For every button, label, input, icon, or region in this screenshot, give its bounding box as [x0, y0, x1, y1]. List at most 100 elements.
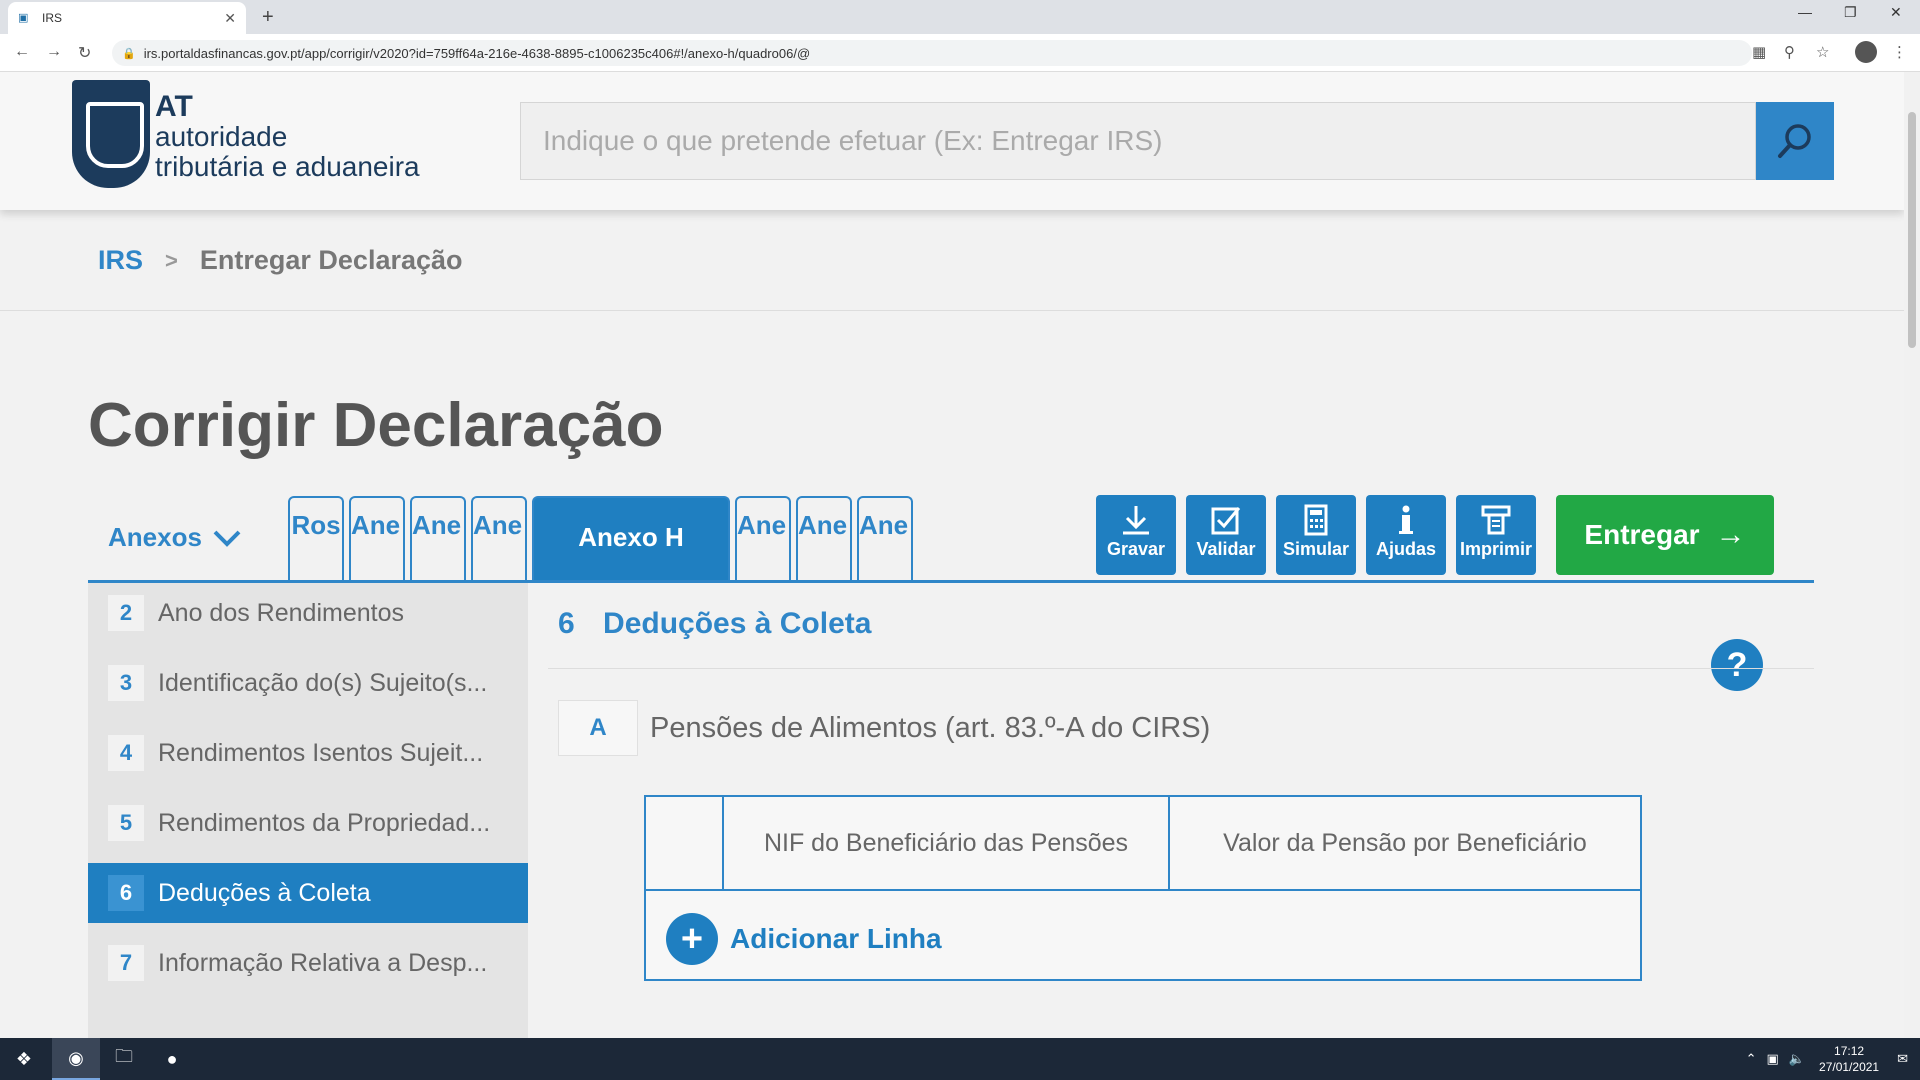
simular-button[interactable]: Simular [1276, 495, 1356, 575]
calculator-icon [1304, 504, 1328, 536]
close-window-icon[interactable]: ✕ [1890, 4, 1902, 21]
site-header: AT autoridade tributária e aduaneira [0, 72, 1904, 210]
page-title: Corrigir Declaração [88, 391, 664, 460]
translate-icon[interactable]: ▦ [1752, 43, 1766, 61]
sidebar-item-quadro-7[interactable]: 7 Informação Relativa a Desp... [88, 933, 528, 993]
tab-anexo-ss-2[interactable]: Ane SS [857, 496, 913, 582]
close-tab-icon[interactable]: ✕ [224, 10, 236, 27]
page-content: AT autoridade tributária e aduaneira IRS… [0, 72, 1904, 1038]
url-text: irs.portaldasfinancas.gov.pt/app/corrigi… [143, 45, 811, 61]
arrow-right-icon: → [1715, 518, 1746, 551]
section-divider [548, 668, 1814, 669]
sidebar-item-quadro-3[interactable]: 3 Identificação do(s) Sujeito(s... [88, 653, 528, 713]
address-bar[interactable]: 🔒 irs.portaldasfinancas.gov.pt/app/corri… [112, 40, 1752, 66]
site-favicon-icon: ▣ [18, 12, 29, 24]
lock-icon: 🔒 [122, 47, 136, 60]
ajudas-button[interactable]: Ajudas [1366, 495, 1446, 575]
sidebar-item-number: 3 [108, 665, 144, 701]
page-scrollbar[interactable] [1904, 72, 1920, 1038]
breadcrumb-irs-link[interactable]: IRS [98, 245, 143, 276]
minimize-window-icon[interactable]: — [1798, 4, 1812, 20]
browser-toolbar: ← → ↻ 🔒 irs.portaldasfinancas.gov.pt/app… [0, 34, 1920, 72]
download-icon [1123, 506, 1149, 535]
header-divider [0, 310, 1904, 311]
section-number: 6 [558, 607, 575, 640]
restore-window-icon[interactable]: ❐ [1844, 4, 1857, 21]
scrollbar-thumb[interactable] [1908, 112, 1916, 348]
add-row-label: Adicionar Linha [730, 923, 942, 954]
sidebar-item-quadro-6[interactable]: 6 Deduções à Coleta [88, 863, 528, 923]
subsection-letter: A [558, 700, 638, 756]
entregar-button[interactable]: Entregar → [1556, 495, 1774, 575]
sidebar-item-number: 5 [108, 805, 144, 841]
table-header-cell: Valor da Pensão por Beneficiário [1223, 828, 1587, 857]
add-row-button[interactable]: + Adicionar Linha [666, 913, 942, 965]
tab-anexo-h[interactable]: Anexo H [532, 496, 730, 582]
tab-anexo-a[interactable]: Ane A [349, 496, 405, 582]
taskbar-clock[interactable]: 17:12 27/01/2021 [1819, 1043, 1879, 1075]
new-tab-icon[interactable]: + [262, 6, 274, 29]
validar-button[interactable]: Validar [1186, 495, 1266, 575]
at-logo-shield-icon[interactable] [72, 80, 150, 188]
validar-label: Validar [1196, 539, 1256, 559]
tab-anexo-j[interactable]: Ane J [735, 496, 791, 582]
system-tray: ⌃ ▣ 🔈 17:12 27/01/2021 ✉ [1746, 1038, 1908, 1080]
sidebar-item-label: Ano dos Rendimentos [158, 598, 404, 627]
bookmark-star-icon[interactable]: ☆ [1816, 43, 1829, 61]
logo-line-1: AT [155, 90, 193, 123]
ajudas-label: Ajudas [1375, 539, 1436, 559]
zoom-icon[interactable]: ⚲ [1784, 43, 1795, 61]
notifications-icon[interactable]: ✉ [1897, 1051, 1908, 1067]
back-icon[interactable]: ← [14, 43, 30, 61]
anexos-label: Anexos [108, 522, 202, 552]
table-header-cell: NIF do Beneficiário das Pensões [724, 797, 1170, 889]
sidebar-item-number: 7 [108, 945, 144, 981]
tray-chevron-up-icon[interactable]: ⌃ [1746, 1051, 1757, 1067]
file-explorer-icon[interactable]: 🗀 [100, 1038, 148, 1080]
gravar-label: Gravar [1106, 539, 1166, 559]
sidebar-item-quadro-2[interactable]: 2 Ano dos Rendimentos [88, 583, 528, 643]
simular-label: Simular [1282, 539, 1350, 559]
imprimir-button[interactable]: Imprimir [1456, 495, 1536, 575]
search-button[interactable] [1756, 102, 1834, 180]
menu-dots-icon[interactable]: ⋮ [1892, 43, 1907, 61]
sidebar-item-label: Deduções à Coleta [158, 878, 371, 907]
subsection-title: Pensões de Alimentos (art. 83.º-A do CIR… [650, 712, 1211, 744]
forward-icon[interactable]: → [46, 43, 62, 61]
sidebar-item-quadro-4[interactable]: 4 Rendimentos Isentos Sujeit... [88, 723, 528, 783]
profile-avatar-icon[interactable] [1855, 41, 1877, 63]
search-input[interactable] [521, 103, 1755, 179]
pensoes-table: NIF do Beneficiário das Pensões Valor da… [644, 795, 1642, 981]
logo-line-2: autoridade [155, 121, 288, 152]
breadcrumb: IRS > Entregar Declaração [98, 245, 463, 276]
gravar-button[interactable]: Gravar [1096, 495, 1176, 575]
tab-anexo-ss-1[interactable]: Ane SS [796, 496, 852, 582]
browser-tab[interactable]: ▣ IRS ✕ [8, 2, 246, 34]
volume-icon[interactable]: 🔈 [1789, 1051, 1805, 1067]
section-title-text: Deduções à Coleta [603, 607, 872, 640]
tab-anexo-b-2[interactable]: Ane B [471, 496, 527, 582]
sidebar-item-number: 4 [108, 735, 144, 771]
chevron-down-icon [213, 530, 241, 547]
network-icon[interactable]: ▣ [1767, 1051, 1779, 1067]
sidebar-item-label: Rendimentos da Propriedad... [158, 808, 491, 837]
printer-icon [1481, 505, 1511, 535]
site-logo[interactable]: AT autoridade tributária e aduaneira [155, 92, 420, 182]
help-button[interactable]: ? [1711, 639, 1763, 691]
tab-rosto[interactable]: Ros [288, 496, 344, 582]
logo-line-3: tributária e aduaneira [155, 151, 420, 182]
sidebar-item-label: Rendimentos Isentos Sujeit... [158, 738, 484, 767]
sidebar-item-quadro-5[interactable]: 5 Rendimentos da Propriedad... [88, 793, 528, 853]
search-box [520, 102, 1756, 180]
table-header-cell [646, 797, 724, 889]
sidebar-item-label: Identificação do(s) Sujeito(s... [158, 668, 488, 697]
chrome-taskbar-icon[interactable]: ◉ [52, 1038, 100, 1080]
anexos-dropdown[interactable]: Anexos [108, 522, 242, 553]
reload-icon[interactable]: ↻ [78, 43, 91, 63]
tab-anexo-b-1[interactable]: Ane B [410, 496, 466, 582]
search-icon [1778, 124, 1811, 158]
windows-taskbar: ❖ ◉ 🗀 ● ⌃ ▣ 🔈 17:12 27/01/2021 ✉ [0, 1038, 1920, 1080]
section-title: 6 Deduções à Coleta [558, 607, 871, 641]
app-taskbar-icon[interactable]: ● [148, 1038, 196, 1080]
windows-start-icon[interactable]: ❖ [0, 1038, 48, 1080]
